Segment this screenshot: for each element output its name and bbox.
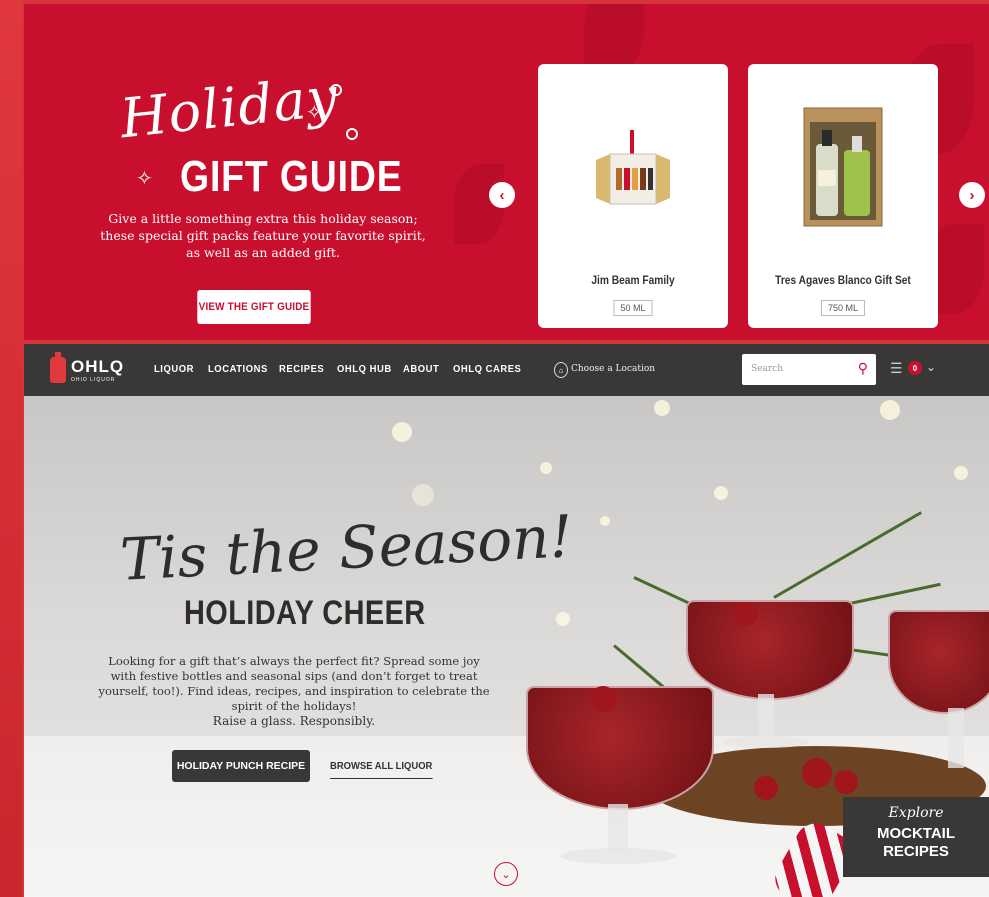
bokeh-light xyxy=(654,400,670,416)
cranberry xyxy=(734,602,758,626)
cranberry xyxy=(754,776,778,800)
page-border xyxy=(0,0,22,897)
bottle-logo-icon[interactable] xyxy=(50,352,66,383)
nav-link-liquor[interactable]: LIQUOR xyxy=(154,363,194,375)
hero-script-title: Tis the Season! xyxy=(118,502,575,594)
product-size-badge: 750 ML xyxy=(820,300,866,316)
bokeh-light xyxy=(556,612,570,626)
bokeh-light xyxy=(392,422,412,442)
bokeh-light xyxy=(412,484,434,506)
banner-description: Give a little something extra this holid… xyxy=(100,211,426,260)
jim-beam-gift-pack-image xyxy=(596,130,670,205)
chevron-left-icon: ‹ xyxy=(499,186,505,204)
mocktail-title: MOCKTAIL RECIPES xyxy=(876,825,956,860)
carousel-next-button[interactable]: › xyxy=(959,182,985,208)
chevron-right-icon: › xyxy=(969,186,975,204)
search-placeholder: Search xyxy=(751,364,783,374)
nav-link-ohlq-hub[interactable]: OHLQ HUB xyxy=(337,363,392,375)
sparkle-ring-icon xyxy=(330,84,342,96)
location-pin-icon[interactable]: ⌂ xyxy=(554,362,568,378)
hero-description: Looking for a gift that’s always the per… xyxy=(98,654,490,713)
mocktail-explore-label: Explore xyxy=(888,805,944,821)
cocktail-glass xyxy=(888,610,989,714)
glass-base xyxy=(560,848,676,864)
product-card[interactable]: Jim Beam Family 50 ML xyxy=(538,64,728,328)
banner-title: GIFT GUIDE xyxy=(180,152,403,201)
browse-all-liquor-link[interactable]: BROWSE ALL LIQUOR xyxy=(330,760,433,779)
cart-count-badge[interactable]: 0 xyxy=(908,361,922,375)
cranberry xyxy=(834,770,858,794)
product-card[interactable]: Tres Agaves Blanco Gift Set 750 ML xyxy=(748,64,938,328)
main-nav: OHLQ OHIO LIQUOR LIQUOR LOCATIONS RECIPE… xyxy=(24,344,989,396)
nav-link-ohlq-cares[interactable]: OHLQ CARES xyxy=(453,363,521,375)
pine-branch xyxy=(773,511,922,599)
cranberry xyxy=(802,758,832,788)
list-menu-icon[interactable]: ☰ xyxy=(890,360,903,377)
scroll-down-icon[interactable]: ⌄ xyxy=(494,862,518,886)
glass-stem xyxy=(758,694,774,740)
carousel-prev-button[interactable]: ‹ xyxy=(489,182,515,208)
search-icon[interactable]: ⚲ xyxy=(858,360,868,377)
logo-subtitle: OHIO LIQUOR xyxy=(71,377,116,383)
bokeh-light xyxy=(600,516,610,526)
bokeh-light xyxy=(954,466,968,480)
cocktail-glass xyxy=(686,600,854,700)
product-size-badge: 50 ML xyxy=(613,300,653,316)
product-name: Jim Beam Family xyxy=(591,273,675,287)
product-name: Tres Agaves Blanco Gift Set xyxy=(775,273,911,287)
glass-base xyxy=(722,736,810,748)
hero-title: HOLIDAY CHEER xyxy=(184,594,426,632)
sparkle-icon: ✧ xyxy=(136,168,153,190)
glass-stem xyxy=(948,708,964,768)
hero-tagline: Raise a glass. Responsibly. xyxy=(212,714,376,728)
bokeh-light xyxy=(540,462,552,474)
nav-link-about[interactable]: ABOUT xyxy=(403,363,439,375)
search-input[interactable]: Search ⚲ xyxy=(742,354,876,385)
nav-link-locations[interactable]: LOCATIONS xyxy=(208,363,268,375)
holiday-punch-recipe-button[interactable]: HOLIDAY PUNCH RECIPE xyxy=(172,750,310,782)
hero-section: Tis the Season! HOLIDAY CHEER Looking fo… xyxy=(24,396,989,897)
choose-location-link[interactable]: Choose a Location xyxy=(571,364,655,374)
nav-link-recipes[interactable]: RECIPES xyxy=(279,363,324,375)
bokeh-light xyxy=(714,486,728,500)
explore-mocktail-recipes-card[interactable]: Explore MOCKTAIL RECIPES xyxy=(843,797,989,877)
bokeh-light xyxy=(880,400,900,420)
cocktail-glass xyxy=(526,686,714,810)
logo[interactable]: OHLQ xyxy=(71,357,124,377)
glass-stem xyxy=(608,804,628,852)
gift-guide-banner: Holiday ✧ ✧ GIFT GUIDE Give a little som… xyxy=(24,4,989,340)
cranberry xyxy=(590,686,616,712)
tres-agaves-gift-set-image xyxy=(803,107,883,227)
view-gift-guide-button[interactable]: VIEW THE GIFT GUIDE xyxy=(197,290,311,324)
chevron-down-icon[interactable]: ⌄ xyxy=(926,360,936,374)
sparkle-icon: ✧ xyxy=(306,102,323,124)
sparkle-ring-icon xyxy=(346,128,358,140)
